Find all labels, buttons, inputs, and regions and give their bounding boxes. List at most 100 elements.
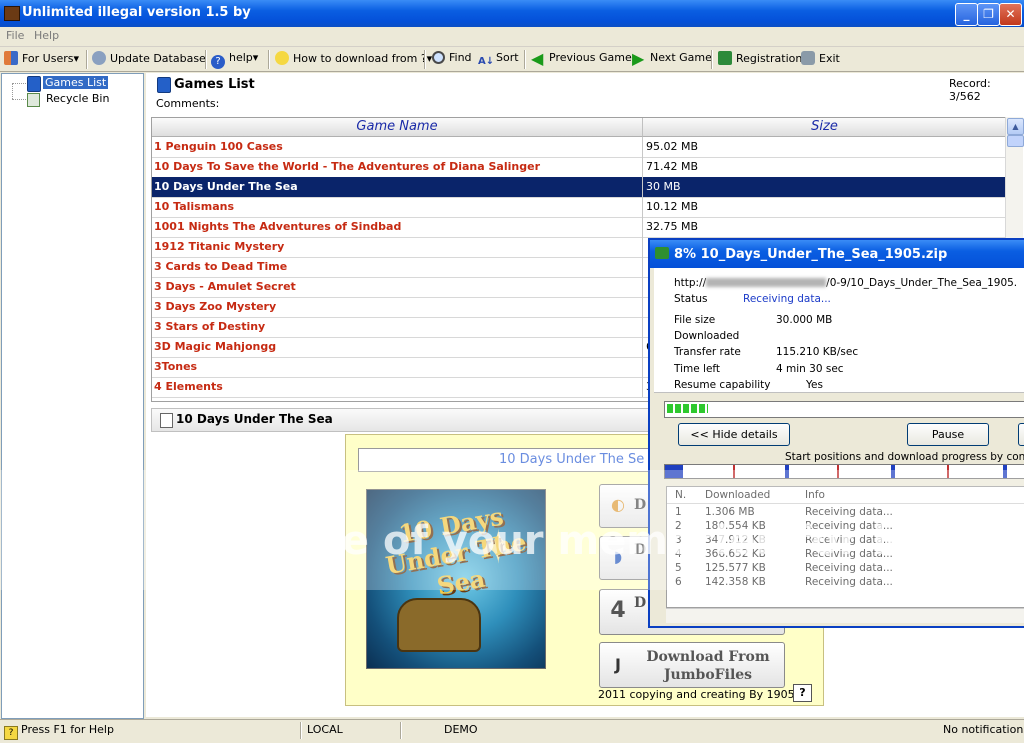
minimize-button[interactable]: _ bbox=[955, 3, 978, 26]
database-icon bbox=[92, 51, 106, 65]
arrow-left-icon: ◀ bbox=[531, 49, 544, 68]
conn-info: Receiving data... bbox=[805, 534, 893, 546]
registration-icon bbox=[718, 51, 732, 65]
conn-info: Receiving data... bbox=[805, 562, 893, 574]
help-question-button[interactable]: ? bbox=[793, 684, 812, 702]
download-manager-icon bbox=[655, 247, 669, 259]
game-name-cell: 1912 Titanic Mystery bbox=[154, 240, 285, 253]
game-name-cell: 4 Elements bbox=[154, 380, 223, 393]
conn-downloaded: 366.652 KB bbox=[705, 548, 766, 560]
hide-details-button[interactable]: << Hide details bbox=[678, 423, 790, 446]
help-button[interactable]: ? help▾ bbox=[211, 51, 258, 69]
cancel-button[interactable] bbox=[1018, 423, 1024, 446]
sort-button[interactable]: A↓ Sort bbox=[478, 51, 519, 68]
window-title-bar: Unlimited illegal version 1.5 by _ ❐ ✕ bbox=[0, 0, 1024, 27]
table-row[interactable]: 1 Penguin 100 Cases 95.02 MB bbox=[152, 137, 1007, 158]
menu-file[interactable]: File bbox=[6, 29, 24, 42]
status-value: Receiving data... bbox=[743, 293, 831, 305]
find-button[interactable]: Find bbox=[432, 51, 472, 68]
table-row[interactable]: 10 Talismans 10.12 MB bbox=[152, 197, 1007, 218]
connection-progress-bar bbox=[664, 464, 1024, 479]
game-size-cell: 10.12 MB bbox=[646, 200, 699, 213]
download-url: http:///0-9/10_Days_Under_The_Sea_1905. bbox=[674, 277, 1018, 289]
exit-button[interactable]: Exit bbox=[801, 51, 840, 68]
connection-row: 3 347.912 KB Receiving data... bbox=[667, 534, 1024, 548]
download-jumbofiles-button[interactable]: J Download From JumboFiles bbox=[599, 642, 785, 688]
sort-az-icon: A↓ bbox=[478, 56, 495, 67]
tree-item-games-list[interactable]: Games List bbox=[43, 76, 109, 89]
pause-button[interactable]: Pause bbox=[907, 423, 989, 446]
magnifier-icon bbox=[432, 51, 445, 64]
help-icon: ? bbox=[211, 55, 225, 69]
for-users-button[interactable]: For Users▾ bbox=[4, 51, 79, 68]
conn-number: 2 bbox=[675, 520, 682, 532]
column-header-game-name[interactable]: Game Name bbox=[152, 118, 643, 137]
redacted-url bbox=[706, 278, 827, 287]
download-icon: 4 bbox=[610, 598, 626, 623]
how-to-download-button[interactable]: How to download from ?▾ bbox=[275, 51, 432, 68]
status-demo: DEMO bbox=[444, 723, 478, 736]
game-name-cell: 3 Stars of Destiny bbox=[154, 320, 266, 333]
arrow-right-icon: ▶ bbox=[632, 49, 645, 68]
game-cover-image: ✦ 10 Days Under The Sea bbox=[366, 489, 546, 669]
connection-row: 2 180.554 KB Receiving data... bbox=[667, 520, 1024, 534]
game-name-cell: 1 Penguin 100 Cases bbox=[154, 140, 283, 153]
help-icon: ? bbox=[4, 726, 18, 740]
filesize-value: 30.000 MB bbox=[776, 314, 833, 326]
conn-info: Receiving data... bbox=[805, 520, 893, 532]
download-dialog-title-bar: 8% 10_Days_Under_The_Sea_1905.zip bbox=[650, 240, 1024, 268]
game-name-cell: 10 Talismans bbox=[154, 200, 234, 213]
game-size-cell: 71.42 MB bbox=[646, 160, 699, 173]
connections-table: N. Downloaded Info 1 1.306 MB Receiving da… bbox=[666, 486, 1024, 608]
detail-title: 10 Days Under The Sea bbox=[176, 412, 333, 426]
document-icon bbox=[160, 413, 173, 428]
table-row[interactable]: 1001 Nights The Adventures of Sindbad 32.… bbox=[152, 217, 1007, 238]
game-name-cell: 10 Days To Save the World - The Adventur… bbox=[154, 160, 540, 173]
exit-icon bbox=[801, 51, 815, 65]
status-help: ? Press F1 for Help bbox=[4, 723, 114, 740]
table-row[interactable]: 10 Days To Save the World - The Adventur… bbox=[152, 157, 1007, 178]
lightbulb-icon bbox=[275, 51, 289, 65]
conn-number: 6 bbox=[675, 576, 682, 588]
time-left-value: 4 min 30 sec bbox=[776, 363, 844, 375]
table-row[interactable]: 10 Days Under The Sea 30 MB bbox=[152, 177, 1007, 198]
connection-row: 4 366.652 KB Receiving data... bbox=[667, 548, 1024, 562]
download-icon: ◗ bbox=[613, 547, 623, 566]
game-name-cell: 3Tones bbox=[154, 360, 198, 373]
toolbar: For Users▾ Update Database ? help▾ How to… bbox=[0, 47, 1024, 72]
cover-logo: 10 Days Under The Sea bbox=[383, 501, 529, 601]
connections-scrollbar[interactable] bbox=[666, 608, 1024, 623]
panel-title: Games List bbox=[174, 77, 255, 92]
scroll-up-icon[interactable]: ▲ bbox=[1007, 118, 1024, 135]
detail-header: 10 Days Under The Sea bbox=[151, 408, 653, 432]
window-title: Unlimited illegal version 1.5 by bbox=[22, 5, 251, 20]
conn-downloaded: 1.306 MB bbox=[705, 506, 755, 518]
previous-game-button[interactable]: ◀ Previous Game bbox=[531, 51, 632, 68]
record-counter: Record: 3/562 bbox=[949, 77, 991, 103]
copyright-text: 2011 copying and creating By 1905co. bbox=[598, 688, 811, 701]
download-icon: ◐ bbox=[611, 495, 625, 514]
connection-row: 1 1.306 MB Receiving data... bbox=[667, 506, 1024, 520]
menu-help[interactable]: Help bbox=[34, 29, 59, 42]
game-name-cell: 3 Days - Amulet Secret bbox=[154, 280, 296, 293]
maximize-button[interactable]: ❐ bbox=[977, 3, 1000, 26]
time-left-label: Time left bbox=[674, 363, 721, 375]
scroll-thumb[interactable] bbox=[1007, 135, 1024, 147]
column-header-size[interactable]: Size bbox=[643, 118, 1007, 137]
treasure-chest-illustration bbox=[397, 598, 481, 652]
next-game-button[interactable]: ▶ Next Game bbox=[632, 51, 712, 68]
jumbofiles-icon: J bbox=[615, 655, 621, 674]
update-database-button[interactable]: Update Database bbox=[92, 51, 206, 68]
status-notifications: No notifications bbox=[943, 723, 1024, 736]
transfer-rate-label: Transfer rate bbox=[674, 346, 741, 358]
tree-item-recycle-bin[interactable]: Recycle Bin bbox=[46, 92, 109, 105]
conn-number: 3 bbox=[675, 534, 682, 546]
conn-downloaded: 347.912 KB bbox=[705, 534, 766, 546]
close-button[interactable]: ✕ bbox=[999, 3, 1022, 26]
conn-number: 1 bbox=[675, 506, 682, 518]
game-name-cell: 3 Cards to Dead Time bbox=[154, 260, 288, 273]
registration-button[interactable]: Registration bbox=[718, 51, 802, 68]
game-name-cell: 1001 Nights The Adventures of Sindbad bbox=[154, 220, 402, 233]
conn-info: Receiving data... bbox=[805, 506, 893, 518]
game-name-cell: 3D Magic Mahjongg bbox=[154, 340, 277, 353]
